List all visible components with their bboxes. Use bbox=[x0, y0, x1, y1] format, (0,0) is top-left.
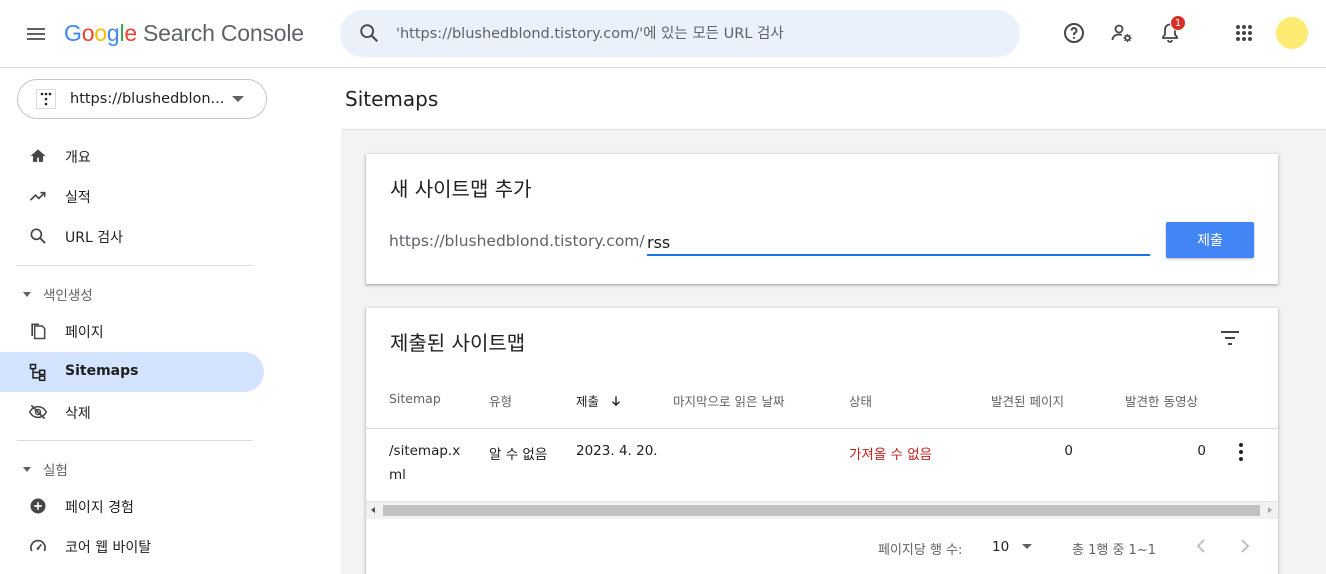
chevron-right-icon[interactable] bbox=[1233, 534, 1257, 558]
property-selector[interactable]: https://blushedblon... bbox=[17, 79, 267, 119]
scrollbar-thumb[interactable] bbox=[383, 505, 1260, 516]
admin-icon bbox=[1111, 24, 1132, 42]
notifications-button[interactable]: 1 bbox=[1155, 15, 1186, 48]
cell-sitemap-wrap[interactable]: ml bbox=[389, 467, 406, 483]
apps-icon bbox=[1236, 25, 1252, 41]
search-icon[interactable] bbox=[358, 22, 380, 44]
url-inspection-search[interactable] bbox=[340, 10, 1020, 57]
scroll-left-icon[interactable] bbox=[371, 507, 375, 513]
horizontal-scrollbar[interactable] bbox=[366, 501, 1278, 519]
sitemap-url-input[interactable] bbox=[647, 230, 1150, 256]
sitemap-icon bbox=[29, 363, 46, 382]
search-input[interactable] bbox=[396, 22, 996, 46]
pagination-range: 총 1행 중 1~1 bbox=[1072, 543, 1156, 558]
trending-icon bbox=[29, 191, 46, 201]
filter-icon[interactable] bbox=[1218, 326, 1242, 350]
chevron-left-icon[interactable] bbox=[1189, 534, 1213, 558]
rows-per-page-select[interactable]: 10 bbox=[992, 537, 1040, 557]
add-sitemap-title: 새 사이트맵 추가 bbox=[390, 177, 532, 201]
more-vert-icon[interactable] bbox=[1232, 441, 1250, 463]
add-sitemap-card: 새 사이트맵 추가 https://blushedblond.tistory.c… bbox=[366, 154, 1278, 284]
tistory-icon bbox=[40, 92, 52, 106]
notification-badge: 1 bbox=[1170, 15, 1186, 31]
submitted-sitemaps-card: 제출된 사이트맵 Sitemap 유형 제출 마지막으로 읽은 날짜 상태 발견… bbox=[366, 308, 1278, 574]
app-logo[interactable]: Google Search Console bbox=[64, 20, 304, 47]
submit-button[interactable]: 제출 bbox=[1166, 222, 1254, 258]
help-button[interactable] bbox=[1059, 18, 1089, 48]
plus-circle-icon bbox=[30, 498, 46, 514]
cell-submitted: 2023. 4. 20. bbox=[576, 443, 658, 459]
avatar[interactable] bbox=[1276, 17, 1308, 49]
sidebar-item-pages[interactable]: 페이지 bbox=[0, 311, 264, 351]
sidebar-divider bbox=[17, 265, 253, 266]
chevron-down-icon bbox=[232, 96, 244, 102]
cell-discovered-pages: 0 bbox=[1064, 443, 1073, 459]
sidebar-item-page-experience[interactable]: 페이지 경험 bbox=[0, 486, 264, 526]
product-name: Search Console bbox=[143, 20, 304, 46]
page-title: Sitemaps bbox=[345, 87, 439, 111]
column-header-sitemap[interactable]: Sitemap bbox=[389, 391, 441, 406]
top-app-bar: GoogleSearch Console 1 bbox=[0, 0, 1326, 68]
caret-down-icon bbox=[23, 291, 31, 297]
gauge-icon bbox=[30, 539, 46, 552]
sidebar: https://blushedblon... 개요 실적 URL 검사 색인생성… bbox=[0, 68, 280, 574]
rows-per-page-label: 페이지당 행 수: bbox=[878, 543, 963, 558]
property-label: https://blushedblon... bbox=[70, 91, 225, 107]
sitemap-url-prefix: https://blushedblond.tistory.com/ bbox=[389, 232, 645, 250]
column-header-status[interactable]: 상태 bbox=[849, 391, 872, 410]
main-content: Sitemaps 새 사이트맵 추가 https://blushedblond.… bbox=[341, 68, 1326, 574]
sidebar-item-sitemaps[interactable]: Sitemaps bbox=[0, 352, 264, 392]
section-experience-toggle[interactable]: 실험 bbox=[20, 459, 68, 479]
column-header-discovered-videos[interactable]: 발견한 동영상 bbox=[1125, 391, 1198, 410]
chevron-down-icon bbox=[1022, 544, 1032, 549]
cell-sitemap[interactable]: /sitemap.x bbox=[389, 443, 460, 459]
eye-off-icon bbox=[28, 404, 48, 420]
table-divider bbox=[366, 428, 1278, 429]
cell-status: 가져올 수 없음 bbox=[849, 447, 933, 463]
submitted-sitemaps-title: 제출된 사이트맵 bbox=[390, 331, 526, 355]
cell-type: 알 수 없음 bbox=[489, 447, 548, 463]
menu-icon[interactable] bbox=[24, 22, 48, 46]
arrow-down-icon bbox=[612, 396, 620, 407]
page-header: Sitemaps bbox=[341, 68, 1326, 130]
column-header-last-read[interactable]: 마지막으로 읽은 날짜 bbox=[673, 391, 784, 410]
help-icon bbox=[1064, 23, 1084, 43]
sidebar-divider bbox=[17, 440, 253, 441]
home-icon bbox=[30, 149, 46, 162]
search-icon bbox=[30, 228, 46, 244]
section-indexing-toggle[interactable]: 색인생성 bbox=[20, 284, 93, 304]
column-header-submitted[interactable]: 제출 bbox=[576, 391, 623, 410]
caret-down-icon bbox=[23, 466, 31, 472]
sidebar-item-url-inspection[interactable]: URL 검사 bbox=[0, 216, 264, 256]
sidebar-item-removals[interactable]: 삭제 bbox=[0, 392, 264, 432]
column-header-type[interactable]: 유형 bbox=[489, 391, 512, 410]
account-settings-button[interactable] bbox=[1107, 18, 1137, 48]
sidebar-item-overview[interactable]: 개요 bbox=[0, 136, 264, 176]
sidebar-item-core-web-vitals[interactable]: 코어 웹 바이탈 bbox=[0, 526, 264, 566]
pages-icon bbox=[31, 323, 46, 340]
scroll-right-icon[interactable] bbox=[1268, 507, 1272, 513]
property-favicon bbox=[36, 89, 56, 109]
column-header-discovered-pages[interactable]: 발견된 페이지 bbox=[991, 391, 1064, 410]
apps-button[interactable] bbox=[1229, 18, 1259, 48]
cell-discovered-videos: 0 bbox=[1197, 443, 1206, 459]
sidebar-item-performance[interactable]: 실적 bbox=[0, 176, 264, 216]
